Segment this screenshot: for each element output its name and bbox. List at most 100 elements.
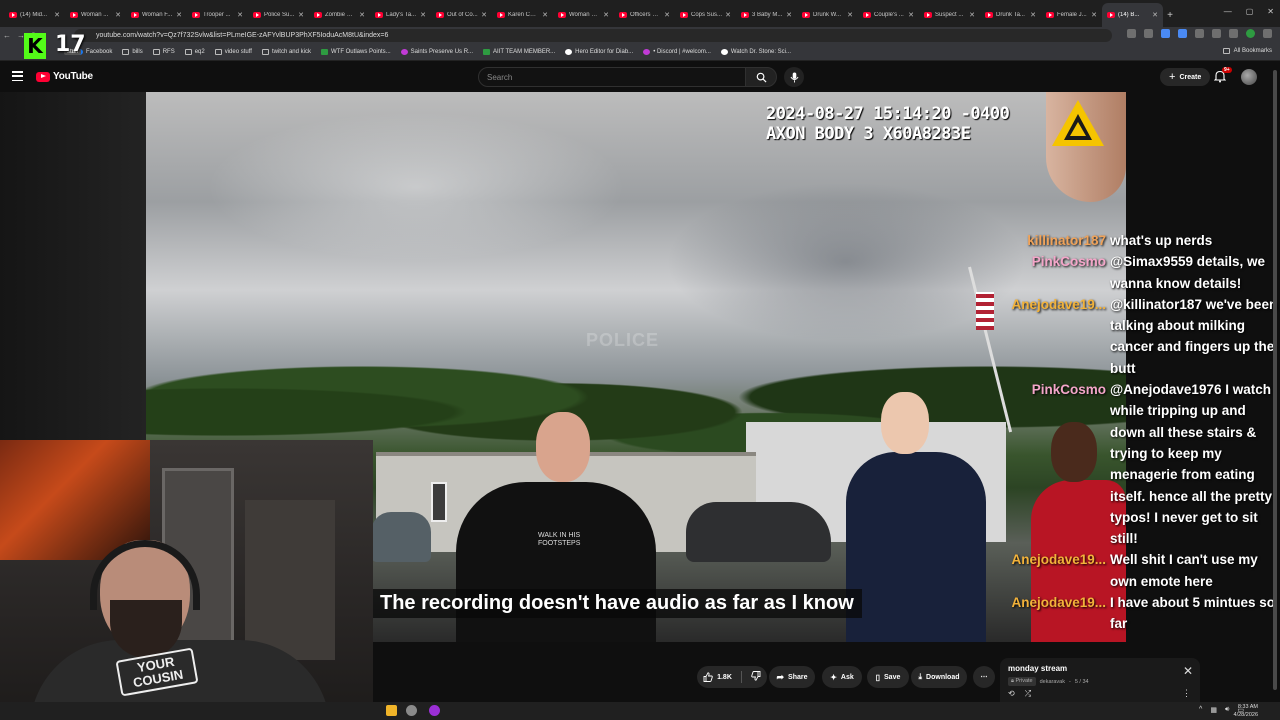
close-icon[interactable]: ✕ <box>54 11 60 19</box>
bookmark-item[interactable]: RFS <box>152 49 175 55</box>
youtube-logo[interactable]: YouTube <box>36 71 93 82</box>
sidebar-icon[interactable] <box>1229 29 1238 38</box>
extension-icon[interactable] <box>1161 29 1170 38</box>
taskbar-clock[interactable]: 8:33 AM 4/28/2026 <box>1234 703 1258 719</box>
create-button[interactable]: + Create <box>1160 68 1211 86</box>
close-icon[interactable]: ✕ <box>1030 11 1036 19</box>
new-tab-button[interactable]: + <box>1163 3 1177 27</box>
close-icon[interactable]: ✕ <box>786 11 792 19</box>
close-icon[interactable]: ✕ <box>115 11 121 19</box>
browser-tab[interactable]: Cops Sus... ✕ <box>675 3 736 27</box>
close-icon[interactable]: ✕ <box>176 11 182 19</box>
menu-dots-icon[interactable] <box>1263 29 1272 38</box>
close-icon[interactable]: ✕ <box>664 11 670 19</box>
install-icon[interactable] <box>1127 29 1136 38</box>
browser-tab[interactable]: Zombie W... ✕ <box>309 3 370 27</box>
browser-tab[interactable]: Karen Cal... ✕ <box>492 3 553 27</box>
browser-tab[interactable]: Police Su... ✕ <box>248 3 309 27</box>
browser-tab[interactable]: Female J... ✕ <box>1041 3 1102 27</box>
close-icon[interactable]: ✕ <box>969 11 975 19</box>
tray-chevron-icon[interactable]: ^ <box>1199 706 1202 714</box>
url-field[interactable]: youtube.com/watch?v=Qz7f732Svlw&list=PLm… <box>74 29 1112 42</box>
bookmark-item[interactable]: video stuff <box>214 49 252 55</box>
bookmark-item[interactable]: Hero Editor for Diab... <box>565 49 633 55</box>
browser-tab[interactable]: Officers G... ✕ <box>614 3 675 27</box>
scroll-thumb[interactable] <box>1273 70 1277 690</box>
download-button[interactable]: ⤓ Download <box>911 666 967 688</box>
browser-tab[interactable]: Out of Co... ✕ <box>431 3 492 27</box>
like-button[interactable]: 1.8K <box>703 672 732 682</box>
browser-tab[interactable]: 3 Baby M... ✕ <box>736 3 797 27</box>
bookmark-item[interactable]: WTF Outlaws Points... <box>320 49 391 55</box>
bookmark-item[interactable]: Saints Preserve Us R... <box>400 49 473 55</box>
maximize-icon[interactable]: ▢ <box>1246 7 1254 16</box>
search-input[interactable] <box>478 67 746 87</box>
close-icon[interactable]: ✕ <box>1152 11 1158 19</box>
shuffle-icon[interactable]: ⤮ <box>1025 689 1031 699</box>
downloads-icon[interactable] <box>1212 29 1221 38</box>
playlist-title[interactable]: monday stream <box>1008 664 1192 673</box>
close-icon[interactable]: ✕ <box>908 11 914 19</box>
bookmark-item[interactable]: Watch Dr. Stone: Sci... <box>720 49 791 55</box>
browser-tab[interactable]: Suspect ... ✕ <box>919 3 980 27</box>
dislike-button[interactable] <box>751 671 761 683</box>
browser-tab[interactable]: Drunk W... ✕ <box>797 3 858 27</box>
browser-tab[interactable]: Woman S... ✕ <box>553 3 614 27</box>
close-window-icon[interactable]: ✕ <box>1267 7 1274 16</box>
hamburger-menu-icon[interactable] <box>12 71 23 81</box>
bookmark-item[interactable]: eq2 <box>184 49 205 55</box>
streamer <box>30 540 330 720</box>
loop-icon[interactable]: ⟲ <box>1008 689 1015 699</box>
close-icon[interactable]: ✕ <box>847 11 853 19</box>
all-bookmarks-button[interactable]: All Bookmarks <box>1222 48 1272 54</box>
close-icon[interactable]: ✕ <box>542 11 548 19</box>
volume-icon[interactable]: 🔊︎ <box>1225 706 1229 714</box>
close-icon[interactable]: ✕ <box>420 11 426 19</box>
close-icon[interactable]: ✕ <box>603 11 609 19</box>
obs-app-icon[interactable] <box>429 705 440 716</box>
browser-tab[interactable]: (14) B... ✕ <box>1102 3 1163 27</box>
close-icon[interactable]: ✕ <box>1091 11 1097 19</box>
browser-tab[interactable]: Couple's ... ✕ <box>858 3 919 27</box>
back-icon[interactable]: ← <box>0 31 14 40</box>
settings-gear-icon[interactable] <box>406 705 417 716</box>
ask-button[interactable]: ✦ Ask <box>822 666 862 688</box>
bookmark-item[interactable]: AIIT TEAM MEMBER... <box>483 49 555 55</box>
close-icon[interactable]: ✕ <box>298 11 304 19</box>
bookmark-item[interactable]: bills <box>122 49 143 55</box>
voice-search-button[interactable] <box>784 67 804 87</box>
notifications-button[interactable]: 9+ <box>1213 67 1232 88</box>
more-actions-button[interactable]: ⋯ <box>973 666 995 688</box>
close-icon[interactable]: ✕ <box>481 11 487 19</box>
playlist-owner[interactable]: dekaravak <box>1040 679 1065 685</box>
close-icon[interactable]: ✕ <box>237 11 243 19</box>
browser-tab[interactable]: Lady's Ta... ✕ <box>370 3 431 27</box>
file-explorer-icon[interactable] <box>386 705 397 716</box>
extensions-puzzle-icon[interactable] <box>1195 29 1204 38</box>
close-icon[interactable]: ✕ <box>359 11 365 19</box>
webcam-overlay: YOUR COUSIN <box>0 440 373 720</box>
close-icon[interactable]: ✕ <box>1183 664 1193 678</box>
youtube-favicon-icon <box>497 12 505 18</box>
browser-tab[interactable]: Drunk Ta... ✕ <box>980 3 1041 27</box>
folder-icon <box>214 49 222 55</box>
bookmark-star-icon[interactable] <box>1144 29 1153 38</box>
share-button[interactable]: ➦ Share <box>769 666 815 688</box>
save-button[interactable]: ▯ Save <box>867 666 909 688</box>
account-avatar[interactable] <box>1241 69 1257 85</box>
browser-tab[interactable]: (14) Mid... ✕ <box>4 3 65 27</box>
minimize-icon[interactable]: — <box>1224 7 1232 16</box>
search-button[interactable] <box>745 67 777 87</box>
page-scrollbar[interactable] <box>1272 66 1278 696</box>
profile-avatar[interactable] <box>1246 29 1255 38</box>
extension-icon[interactable] <box>1178 29 1187 38</box>
bookmark-item[interactable]: twitch and kick <box>261 49 311 55</box>
browser-tab[interactable]: Woman ... ✕ <box>65 3 126 27</box>
browser-tab[interactable]: Woman F... ✕ <box>126 3 187 27</box>
more-vertical-icon[interactable]: ⋮ <box>1182 688 1191 699</box>
youtube-favicon-icon <box>70 12 78 18</box>
browser-tab[interactable]: Trooper ... ✕ <box>187 3 248 27</box>
bookmark-item[interactable]: • Discord | #welcom... <box>643 49 711 55</box>
close-icon[interactable]: ✕ <box>725 11 731 19</box>
network-icon[interactable]: ▦ <box>1210 706 1217 714</box>
